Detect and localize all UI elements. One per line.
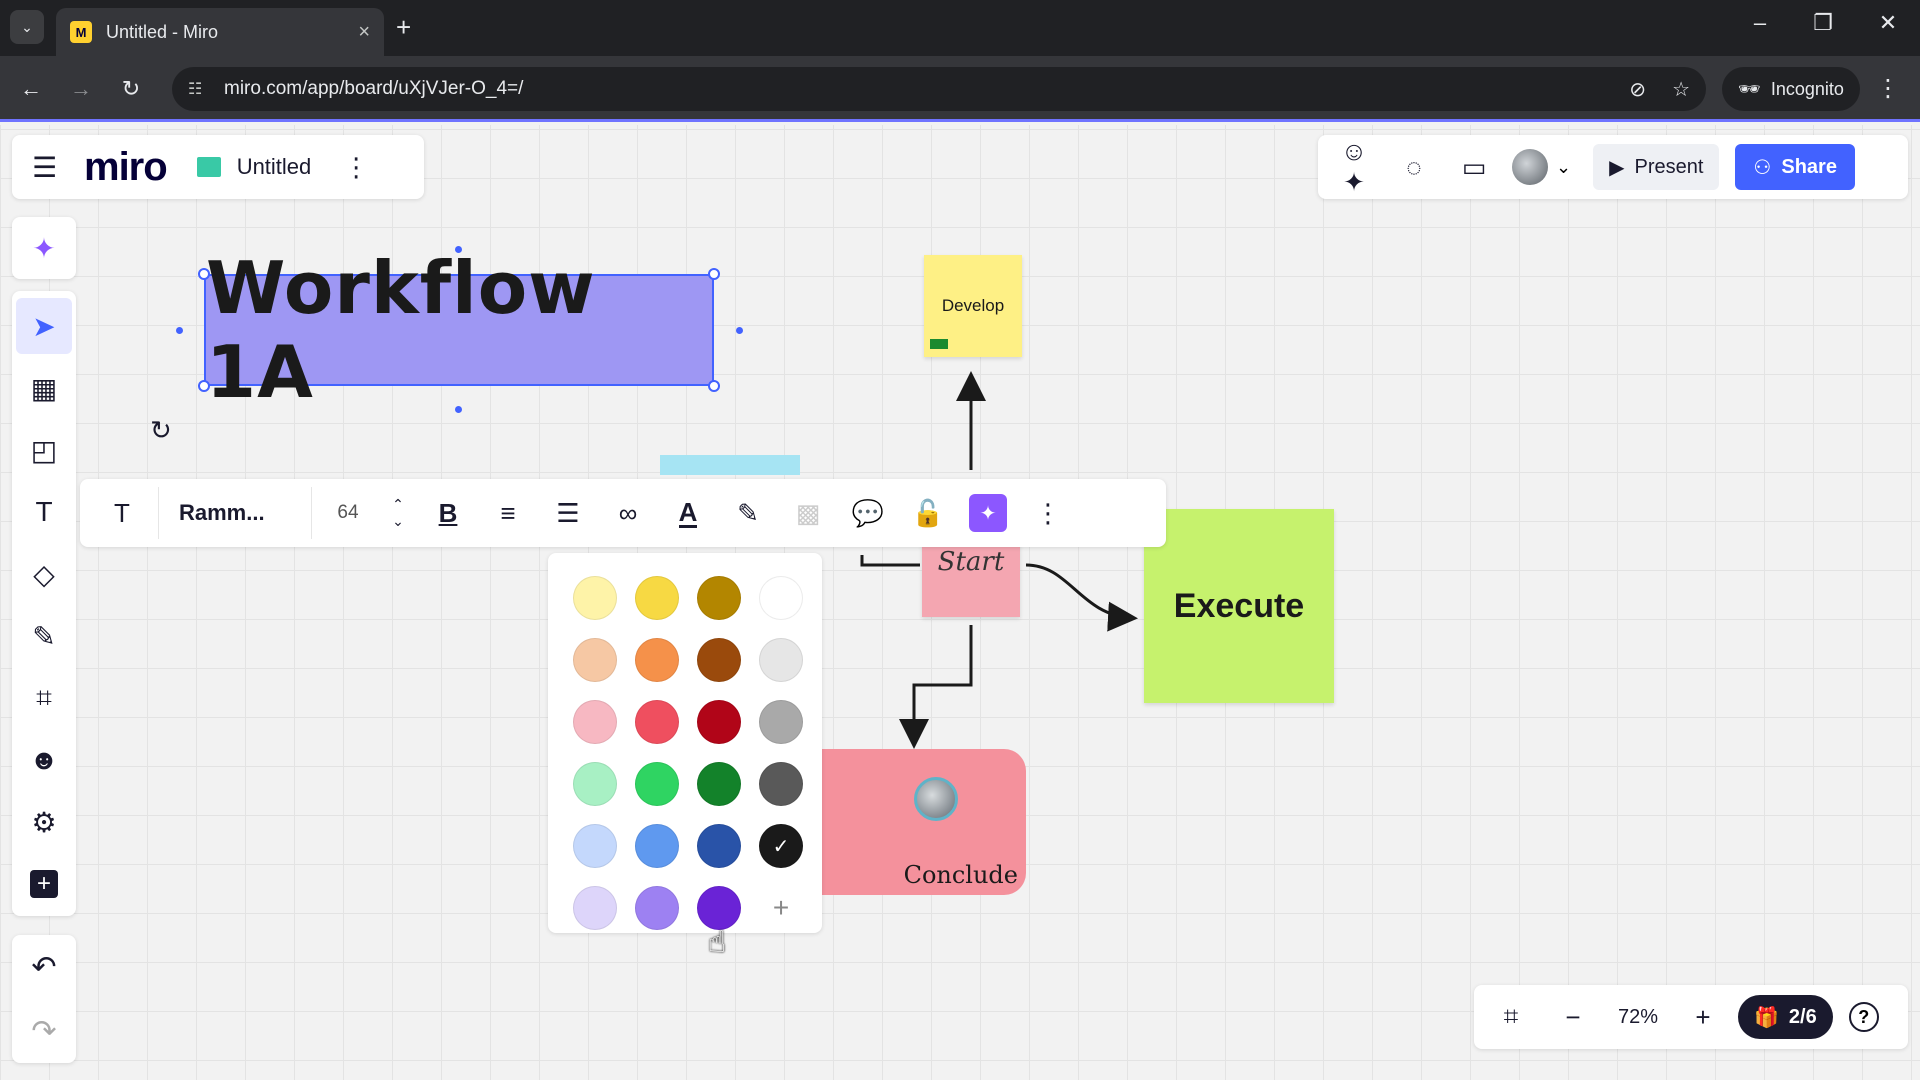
- start-sticky[interactable]: Start: [922, 535, 1020, 617]
- color-swatch[interactable]: [635, 576, 679, 620]
- color-swatch[interactable]: [573, 700, 617, 744]
- color-swatch[interactable]: [697, 824, 741, 868]
- more-options-icon[interactable]: ⋮: [1018, 487, 1078, 539]
- color-swatch[interactable]: [573, 886, 617, 930]
- color-swatch[interactable]: [635, 638, 679, 682]
- collaborator-avatar: [914, 777, 958, 821]
- font-family-select[interactable]: Ramm...: [165, 487, 305, 539]
- color-swatch[interactable]: [697, 700, 741, 744]
- color-swatch[interactable]: [573, 762, 617, 806]
- browser-menu-icon[interactable]: ⋮: [1876, 74, 1900, 103]
- color-swatch[interactable]: [697, 886, 741, 930]
- conclude-shape[interactable]: Conclude: [822, 749, 1026, 895]
- browser-tab[interactable]: M Untitled - Miro ×: [56, 8, 384, 56]
- toolbar-divider: [311, 487, 312, 539]
- toolbar-divider: [158, 487, 159, 539]
- color-swatch[interactable]: [635, 886, 679, 930]
- back-icon[interactable]: ←: [14, 72, 48, 106]
- hand-cursor-icon: ☝: [708, 926, 727, 959]
- bookmark-star-icon[interactable]: ☆: [1672, 77, 1690, 102]
- execute-label: Execute: [1173, 586, 1305, 625]
- color-swatch[interactable]: [759, 576, 803, 620]
- color-swatch[interactable]: [759, 638, 803, 682]
- color-swatch[interactable]: [759, 700, 803, 744]
- color-swatch[interactable]: [573, 824, 617, 868]
- develop-label: Develop: [941, 296, 1005, 315]
- color-picker: ✓ +: [548, 553, 822, 933]
- comment-icon[interactable]: 💬: [838, 487, 898, 539]
- url-text: miro.com/app/board/uXjVJer-O_4=/: [224, 78, 524, 99]
- checkmark-icon: ✓: [772, 835, 790, 858]
- pages-count: 2/6: [1788, 1005, 1817, 1028]
- close-window-button[interactable]: ✕: [1868, 10, 1908, 36]
- bold-icon[interactable]: B: [418, 487, 478, 539]
- zoom-in-icon[interactable]: +: [1676, 1002, 1730, 1033]
- zoom-panel: ⌗ − 72% + 🎁 2/6 ?: [1474, 985, 1908, 1049]
- minimize-button[interactable]: –: [1740, 10, 1780, 36]
- font-size-stepper[interactable]: ⌃ ⌄: [378, 487, 418, 539]
- tab-search-button[interactable]: ⌄: [10, 10, 44, 44]
- color-swatch[interactable]: [759, 762, 803, 806]
- board-canvas[interactable]: ☰ miro Untitled ⋮ ☺✦ ◌ ▭ ⌄ ▶ Present ⚇ S…: [0, 125, 1920, 1080]
- incognito-badge[interactable]: 🕶 Incognito: [1722, 67, 1860, 111]
- color-swatch[interactable]: [635, 762, 679, 806]
- incognito-icon: 🕶: [1738, 78, 1761, 99]
- forward-icon[interactable]: →: [64, 72, 98, 106]
- link-icon[interactable]: ∞: [598, 487, 658, 539]
- miro-favicon-icon: M: [70, 21, 92, 43]
- color-swatch[interactable]: [635, 700, 679, 744]
- color-swatch[interactable]: [697, 576, 741, 620]
- chevron-up-icon[interactable]: ⌃: [392, 496, 404, 513]
- conclude-label: Conclude: [903, 861, 1018, 889]
- start-label: Start: [937, 547, 1005, 577]
- new-tab-button[interactable]: +: [396, 12, 411, 43]
- cyan-sticky[interactable]: [660, 455, 800, 475]
- text-type-icon[interactable]: T: [92, 487, 152, 539]
- chevron-down-icon[interactable]: ⌄: [392, 513, 404, 530]
- eye-off-icon[interactable]: ⊘: [1629, 77, 1646, 102]
- color-swatch[interactable]: [635, 824, 679, 868]
- highlight-pen-icon[interactable]: ✎: [718, 487, 778, 539]
- color-swatch[interactable]: [697, 762, 741, 806]
- color-swatch[interactable]: [573, 638, 617, 682]
- reload-icon[interactable]: ↻: [114, 72, 148, 106]
- browser-toolbar: ← → ↻ ☷ miro.com/app/board/uXjVJer-O_4=/…: [0, 56, 1920, 122]
- text-context-toolbar: T Ramm... 64 ⌃ ⌄ B ≡ ☰ ∞ A ✎ ▩ 💬 🔓 ✦ ⋮: [80, 479, 1166, 547]
- close-tab-icon[interactable]: ×: [358, 21, 370, 44]
- pages-badge[interactable]: 🎁 2/6: [1738, 995, 1833, 1039]
- browser-tabbar: ⌄ M Untitled - Miro × + – ❐ ✕: [0, 0, 1920, 56]
- site-info-icon[interactable]: ☷: [188, 79, 208, 99]
- execute-sticky[interactable]: Execute: [1144, 509, 1334, 703]
- color-swatch[interactable]: [573, 576, 617, 620]
- address-bar[interactable]: ☷ miro.com/app/board/uXjVJer-O_4=/ ⊘ ☆: [172, 67, 1706, 111]
- gift-icon: 🎁: [1754, 1006, 1779, 1029]
- tab-title: Untitled - Miro: [106, 21, 219, 42]
- lock-icon[interactable]: 🔓: [898, 487, 958, 539]
- green-tag-mark: [930, 339, 948, 349]
- sparkle-icon: ✦: [969, 494, 1007, 532]
- fit-to-screen-icon[interactable]: ⌗: [1484, 1001, 1538, 1033]
- restore-button[interactable]: ❐: [1803, 10, 1843, 36]
- develop-sticky[interactable]: Develop: [924, 255, 1022, 357]
- fill-color-icon[interactable]: ▩: [778, 487, 838, 539]
- help-icon[interactable]: ?: [1848, 1002, 1879, 1032]
- color-swatch[interactable]: [697, 638, 741, 682]
- add-color-button[interactable]: +: [759, 886, 803, 930]
- align-left-icon[interactable]: ≡: [478, 487, 538, 539]
- bullet-list-icon[interactable]: ☰: [538, 487, 598, 539]
- zoom-level[interactable]: 72%: [1608, 1006, 1668, 1029]
- text-color-icon[interactable]: A: [658, 487, 718, 539]
- color-swatch-selected[interactable]: ✓: [759, 824, 803, 868]
- zoom-out-icon[interactable]: −: [1546, 1002, 1600, 1033]
- font-size-input[interactable]: 64: [318, 487, 378, 539]
- ai-assist-button[interactable]: ✦: [958, 487, 1018, 539]
- incognito-label: Incognito: [1770, 78, 1844, 99]
